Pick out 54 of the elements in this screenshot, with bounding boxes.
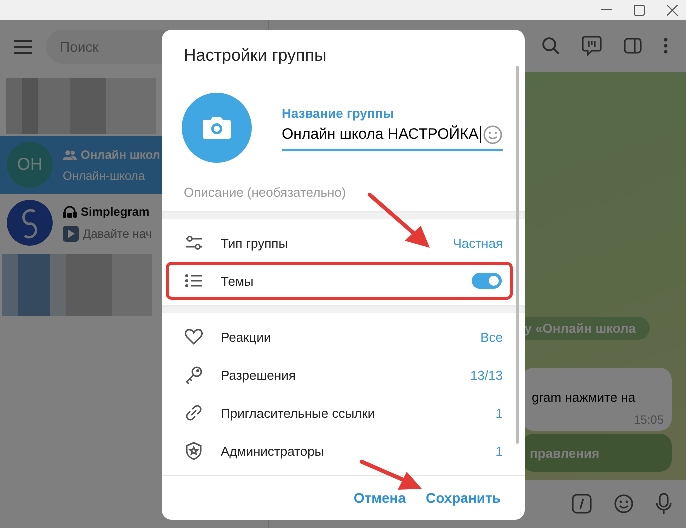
play-icon	[63, 226, 79, 242]
headphones-icon	[63, 206, 77, 218]
scrollbar[interactable]	[516, 66, 519, 444]
chat-title: Simplegram	[81, 204, 150, 218]
field-label: Название группы	[282, 106, 396, 120]
row-value: Частная	[453, 236, 503, 250]
field-value: Онлайн школа НАСТРОЙКА	[282, 126, 481, 143]
settings-row[interactable]: Пригласительные ссылки 1	[162, 394, 525, 432]
message-preview: Давайте нач	[83, 226, 152, 240]
row-value: 1	[496, 406, 503, 420]
row-value: 1	[496, 444, 503, 458]
message-preview: Онлайн-школа	[63, 168, 146, 182]
logo-avatar-icon	[7, 200, 53, 246]
link-icon	[186, 405, 202, 421]
avatar: ОН	[7, 142, 53, 188]
emoji-icon[interactable]	[483, 124, 503, 144]
camera-icon	[202, 116, 232, 140]
close-icon[interactable]	[667, 4, 678, 16]
row-label: Разрешения	[221, 368, 297, 382]
row-label: Пригласительные ссылки	[221, 406, 376, 420]
settings-row[interactable]: Администраторы 1	[162, 432, 525, 470]
group-name-field[interactable]: Название группы Онлайн школа НАСТРОЙКА	[282, 106, 503, 150]
sliders-icon	[186, 236, 202, 250]
search-icon[interactable]	[542, 37, 560, 55]
chat-bubble-icon[interactable]	[582, 36, 602, 56]
key-icon	[186, 366, 202, 385]
row-label: Реакции	[221, 330, 272, 344]
toggle-switch[interactable]	[472, 273, 502, 289]
shield-icon	[186, 442, 202, 460]
sidebar-toggle-icon[interactable]	[624, 38, 642, 54]
message-text: gram нажмите на	[532, 390, 637, 405]
arrow	[368, 193, 430, 248]
row-value: Все	[480, 330, 503, 344]
chat-title: Онлайн школ	[81, 148, 160, 162]
row-label: Администраторы	[221, 444, 326, 458]
dialog-button[interactable]: Отмена	[350, 484, 410, 512]
heart-icon	[185, 329, 203, 345]
settings-row[interactable]: Темы	[166, 262, 513, 300]
menu-icon[interactable]	[14, 40, 32, 54]
group-icon	[63, 150, 77, 160]
list-icon	[185, 274, 202, 288]
maximize-icon[interactable]	[634, 4, 645, 16]
row-label: Тип группы	[221, 236, 290, 250]
settings-row[interactable]: Разрешения 13/13	[162, 356, 525, 394]
row-label: Темы	[221, 274, 255, 288]
microphone-icon[interactable]	[656, 493, 672, 515]
command-icon[interactable]	[572, 494, 592, 514]
minimize-icon[interactable]	[601, 9, 612, 11]
arrow	[360, 460, 422, 490]
row-value: 13/13	[470, 368, 503, 382]
more-icon[interactable]	[664, 38, 668, 54]
dialog-button[interactable]: Сохранить	[422, 484, 505, 512]
settings-row[interactable]: Тип группы Частная	[162, 224, 525, 262]
emoji-icon[interactable]	[614, 494, 634, 514]
